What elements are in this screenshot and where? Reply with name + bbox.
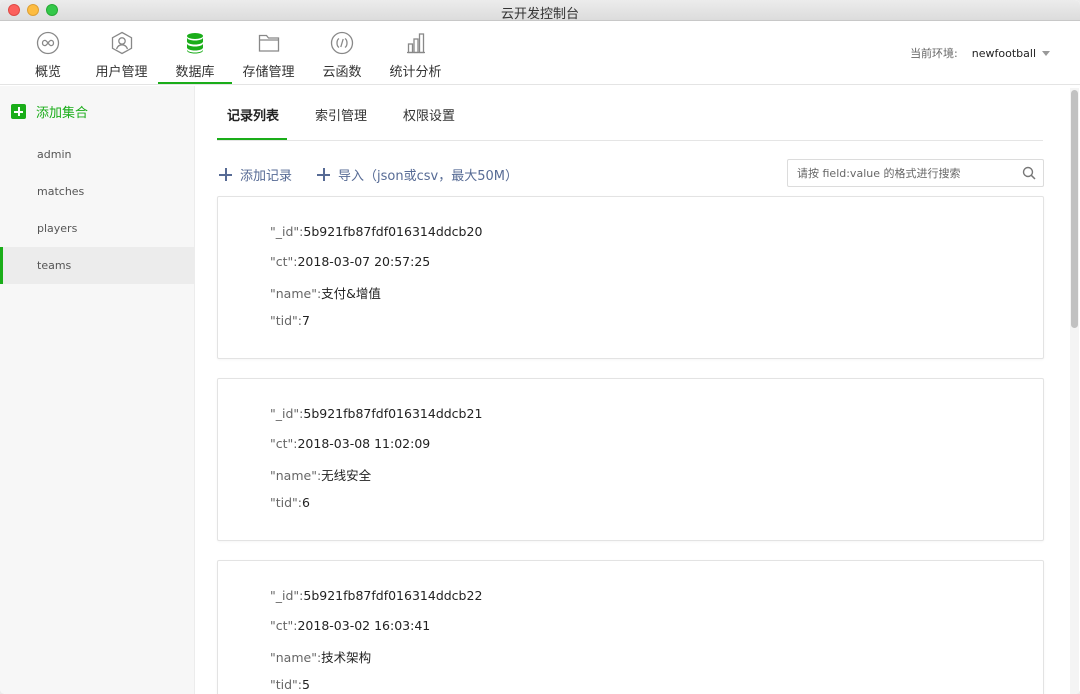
plus-square-icon: [11, 104, 26, 119]
active-tab-indicator: [217, 138, 287, 140]
record-field-tid: "tid":5: [270, 677, 310, 692]
database-icon: [187, 33, 203, 54]
collection-item-admin[interactable]: admin: [0, 136, 195, 173]
toolbar-item-label: 存储管理: [242, 65, 295, 80]
user-icon: [111, 31, 132, 55]
top-toolbar: 概览 用户管理 数据库 存储管理 云函数 统计分析 当前环境: newfootb…: [0, 21, 1080, 85]
plus-icon: [317, 168, 330, 181]
collections-sidebar: 添加集合 admin matches players teams: [0, 86, 195, 694]
environment-selector[interactable]: 当前环境: newfootball: [910, 45, 1050, 61]
record-card[interactable]: "_id":5b921fb87fdf016314ddcb21 "ct":2018…: [217, 378, 1044, 541]
search-input[interactable]: [788, 160, 1013, 186]
import-label: 导入（json或csv，最大50M）: [338, 169, 518, 184]
function-icon: [330, 31, 354, 55]
tab-bar: 记录列表 索引管理 权限设置: [217, 86, 1043, 141]
record-field-ct: "ct":2018-03-08 11:02:09: [270, 436, 431, 451]
toolbar-item-overview[interactable]: 概览: [33, 21, 63, 85]
add-collection-label: 添加集合: [36, 106, 89, 121]
toolbar-item-analytics[interactable]: 统计分析: [389, 21, 442, 85]
add-record-button[interactable]: 添加记录: [219, 165, 292, 184]
collection-item-players[interactable]: players: [0, 210, 195, 247]
toolbar-item-label: 统计分析: [389, 65, 442, 80]
environment-value: newfootball: [971, 46, 1036, 60]
import-button[interactable]: 导入（json或csv，最大50M）: [317, 165, 518, 184]
toolbar-item-users[interactable]: 用户管理: [95, 21, 148, 85]
record-field-tid: "tid":6: [270, 495, 310, 510]
record-field-name: "name":技术架构: [270, 650, 372, 665]
chevron-down-icon: [1042, 50, 1050, 56]
vertical-scrollbar[interactable]: [1070, 88, 1079, 694]
folder-icon: [258, 34, 279, 52]
scrollbar-thumb[interactable]: [1071, 90, 1078, 328]
plus-icon: [219, 168, 232, 181]
tab-indexes[interactable]: 索引管理: [315, 105, 367, 124]
record-field-id: "_id":5b921fb87fdf016314ddcb20: [270, 224, 483, 239]
record-field-tid: "tid":7: [270, 313, 310, 328]
toolbar-item-label: 数据库: [175, 65, 215, 80]
toolbar-item-label: 云函数: [322, 65, 362, 80]
bar-chart-icon: [406, 33, 425, 54]
toolbar-item-label: 概览: [34, 65, 61, 80]
collection-item-teams[interactable]: teams: [0, 247, 195, 284]
title-bar: 云开发控制台: [0, 0, 1080, 22]
record-field-name: "name":无线安全: [270, 468, 372, 483]
infinity-icon: [36, 31, 60, 55]
add-collection-button[interactable]: 添加集合: [11, 102, 88, 121]
main-panel: 记录列表 索引管理 权限设置 添加记录 导入（json或csv，最大50M） "…: [196, 86, 1080, 694]
tab-permissions[interactable]: 权限设置: [403, 105, 455, 124]
record-field-id: "_id":5b921fb87fdf016314ddcb21: [270, 406, 483, 421]
toolbar-item-functions[interactable]: 云函数: [322, 21, 362, 85]
app-window: 云开发控制台 概览 用户管理 数据库 存储管理 云函数 统计分析 当前环境: n…: [0, 0, 1080, 694]
window-title: 云开发控制台: [500, 7, 579, 22]
record-field-id: "_id":5b921fb87fdf016314ddcb22: [270, 588, 483, 603]
toolbar-item-storage[interactable]: 存储管理: [242, 21, 295, 85]
record-card[interactable]: "_id":5b921fb87fdf016314ddcb20 "ct":2018…: [217, 196, 1044, 359]
record-field-name: "name":支付&增值: [270, 286, 381, 301]
search-box: [787, 159, 1044, 187]
search-icon[interactable]: [1022, 166, 1036, 180]
toolbar-item-label: 用户管理: [95, 65, 148, 80]
tab-records[interactable]: 记录列表: [227, 105, 279, 124]
record-field-ct: "ct":2018-03-02 16:03:41: [270, 618, 431, 633]
collection-item-matches[interactable]: matches: [0, 173, 195, 210]
record-card[interactable]: "_id":5b921fb87fdf016314ddcb22 "ct":2018…: [217, 560, 1044, 694]
active-toolbar-indicator: [158, 82, 232, 84]
add-record-label: 添加记录: [240, 169, 293, 184]
environment-label: 当前环境:: [910, 47, 958, 60]
record-field-ct: "ct":2018-03-07 20:57:25: [270, 254, 431, 269]
toolbar-item-database[interactable]: 数据库: [175, 21, 215, 85]
